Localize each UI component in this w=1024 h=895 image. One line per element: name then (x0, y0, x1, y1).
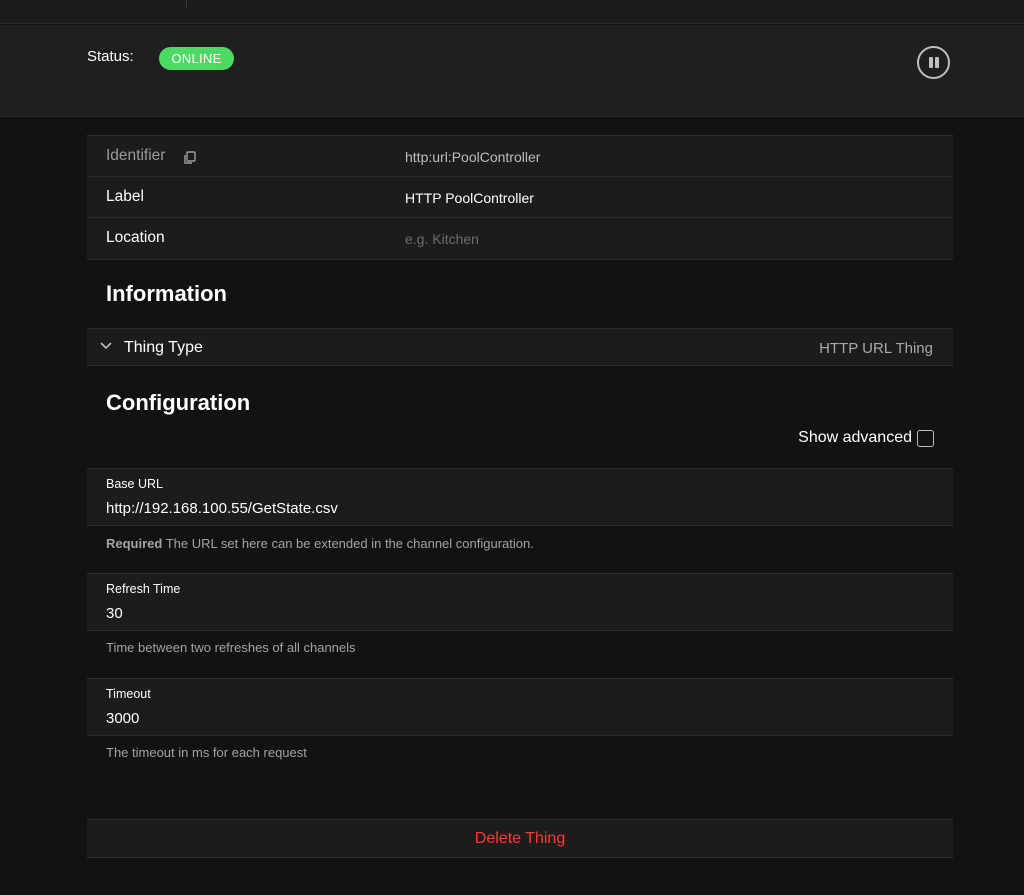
thing-type-value: HTTP URL Thing (819, 340, 933, 357)
base-url-help-text: The URL set here can be extended in the … (165, 536, 534, 551)
timeout-label: Timeout (106, 687, 151, 701)
identifier-value: http:url:PoolController (405, 149, 541, 165)
status-label: Status: (87, 48, 134, 65)
refresh-time-help: Time between two refreshes of all channe… (106, 640, 356, 655)
status-panel: Status: ONLINE (0, 25, 1024, 117)
refresh-time-field: Refresh Time (87, 573, 953, 631)
top-toolbar (0, 0, 1024, 24)
pause-button[interactable] (917, 46, 950, 79)
label-row: Label HTTP PoolController (87, 177, 953, 218)
delete-thing-button[interactable]: Delete Thing (87, 819, 953, 858)
timeout-help: The timeout in ms for each request (106, 745, 307, 760)
chevron-down-icon (100, 342, 112, 350)
identifier-label: Identifier (106, 147, 166, 164)
show-advanced-checkbox[interactable] (917, 429, 934, 447)
show-advanced-label: Show advanced (798, 429, 912, 446)
label-label: Label (106, 188, 144, 205)
location-label: Location (106, 229, 165, 246)
thing-properties-list: Identifier http:url:PoolController Label… (87, 135, 953, 260)
base-url-input[interactable] (106, 497, 926, 519)
location-input[interactable] (405, 228, 925, 250)
show-advanced-toggle[interactable]: Show advanced (798, 428, 934, 448)
status-badge: ONLINE (159, 47, 234, 70)
refresh-time-label: Refresh Time (106, 582, 181, 596)
refresh-time-input[interactable] (106, 602, 926, 624)
pause-icon (929, 57, 933, 68)
thing-type-accordion[interactable]: Thing Type HTTP URL Thing (87, 328, 953, 366)
base-url-field: Base URL (87, 468, 953, 526)
identifier-row: Identifier http:url:PoolController (87, 136, 953, 177)
information-title: Information (106, 281, 227, 306)
timeout-input[interactable] (106, 707, 926, 729)
required-marker: Required (106, 536, 163, 551)
base-url-help: Required The URL set here can be extende… (106, 536, 534, 551)
timeout-field: Timeout (87, 678, 953, 736)
thing-type-label: Thing Type (124, 339, 203, 356)
label-value[interactable]: HTTP PoolController (405, 190, 534, 206)
copy-icon[interactable] (183, 151, 197, 165)
toolbar-divider (186, 0, 187, 8)
location-row: Location (87, 218, 953, 259)
configuration-title: Configuration (106, 390, 251, 415)
base-url-label: Base URL (106, 477, 163, 491)
